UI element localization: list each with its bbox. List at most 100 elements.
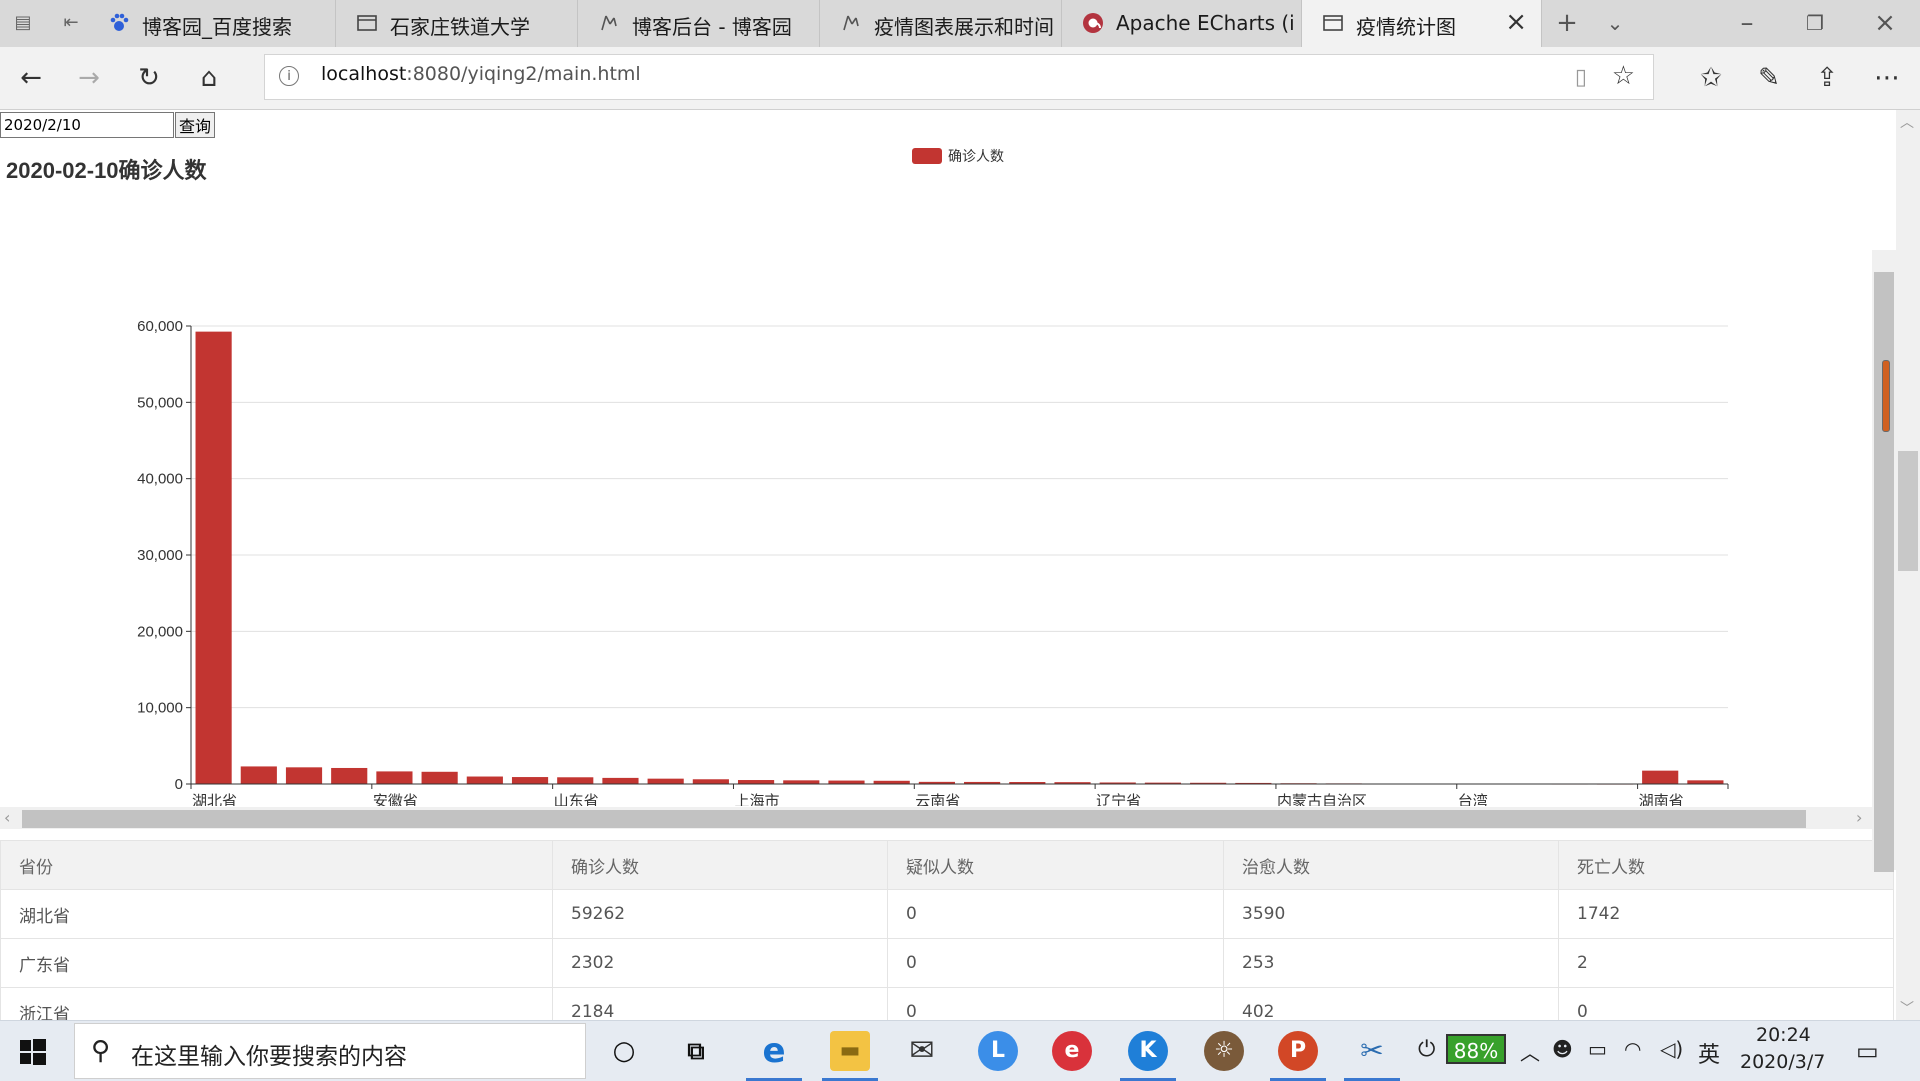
cortana-icon[interactable]: ○ bbox=[604, 1031, 644, 1071]
navigation-bar: ← → ↻ ⌂ i localhost:8080/yiqing2/main.ht… bbox=[0, 47, 1920, 110]
share-icon[interactable]: ⇪ bbox=[1810, 61, 1844, 95]
bar[interactable] bbox=[647, 778, 684, 784]
scroll-right-icon[interactable]: › bbox=[1856, 807, 1862, 829]
home-icon[interactable]: ⌂ bbox=[192, 61, 226, 95]
volume-icon[interactable]: ◁) bbox=[1660, 1037, 1683, 1061]
windows-start-icon[interactable] bbox=[20, 1039, 46, 1065]
date-input[interactable] bbox=[0, 112, 174, 138]
taskbar-search-box[interactable]: ⚲ 在这里输入你要搜索的内容 bbox=[74, 1023, 586, 1079]
new-tab-icon[interactable]: + bbox=[1552, 8, 1582, 38]
table-cell: 2302 bbox=[552, 938, 888, 988]
favorites-icon[interactable]: ✩ bbox=[1694, 61, 1728, 95]
y-tick-label: 10,000 bbox=[137, 700, 183, 717]
file-explorer-icon[interactable]: ▬ bbox=[822, 1031, 878, 1081]
edge-app-icon[interactable]: e bbox=[746, 1031, 802, 1081]
scroll-left-icon[interactable]: ‹ bbox=[4, 807, 10, 829]
paw-icon bbox=[110, 13, 129, 31]
address-bar[interactable]: i localhost:8080/yiqing2/main.html ▯ ☆ bbox=[264, 54, 1654, 100]
bar[interactable] bbox=[466, 776, 503, 784]
tab-preview-chevron-icon[interactable]: ⌄ bbox=[1600, 8, 1630, 38]
battery-tray-icon[interactable]: ▭ bbox=[1588, 1037, 1607, 1061]
tab-label: 石家庄铁道大学 bbox=[390, 15, 530, 39]
info-icon[interactable]: i bbox=[279, 66, 299, 86]
wifi-icon[interactable]: ◠ bbox=[1624, 1037, 1641, 1061]
x-tick-label: 上海市 bbox=[734, 793, 779, 806]
tab-label: 博客后台 - 博客园 bbox=[632, 15, 792, 39]
close-window-icon[interactable]: × bbox=[1870, 8, 1900, 38]
snipping-tool-icon[interactable]: ✂ bbox=[1344, 1031, 1400, 1081]
bar[interactable] bbox=[602, 777, 639, 784]
legend-swatch[interactable] bbox=[912, 148, 942, 164]
bar[interactable] bbox=[421, 771, 458, 784]
legend-label[interactable]: 确诊人数 bbox=[948, 148, 1004, 164]
close-tab-icon[interactable]: × bbox=[1505, 9, 1527, 35]
url-text[interactable]: localhost:8080/yiqing2/main.html bbox=[321, 63, 641, 85]
scroll-down-icon[interactable]: ﹀ bbox=[1900, 998, 1914, 1018]
tab-blog-admin[interactable]: 博客后台 - 博客园 bbox=[578, 0, 820, 47]
bar[interactable] bbox=[557, 777, 594, 784]
clock-time[interactable]: 20:24 bbox=[1756, 1024, 1811, 1046]
mail-icon[interactable]: ✉ bbox=[902, 1031, 942, 1071]
bar[interactable] bbox=[331, 767, 368, 784]
scrollbar-thumb[interactable] bbox=[1898, 451, 1918, 571]
notifications-icon[interactable]: ▭ bbox=[1856, 1037, 1879, 1065]
task-view-icon[interactable]: ⧉ bbox=[676, 1031, 716, 1071]
bar[interactable] bbox=[737, 780, 775, 784]
e-app-icon[interactable]: e bbox=[1052, 1031, 1092, 1071]
table-cell: 0 bbox=[887, 987, 1224, 1020]
x-tick-label: 安徽省 bbox=[373, 793, 418, 806]
column-header: 死亡人数 bbox=[1558, 840, 1894, 890]
tab-epidemic-chart[interactable]: 疫情图表展示和时间 bbox=[820, 0, 1062, 47]
powerpoint-icon[interactable]: P bbox=[1270, 1031, 1326, 1081]
url-path: :8080/yiqing2/main.html bbox=[406, 63, 641, 85]
power-plug-icon[interactable]: ⏻ bbox=[1418, 1037, 1435, 1062]
qq-icon[interactable]: ☻ bbox=[1552, 1037, 1573, 1061]
y-tick-label: 30,000 bbox=[137, 547, 183, 564]
tab-stdu[interactable]: 石家庄铁道大学 bbox=[336, 0, 578, 47]
reading-view-icon[interactable]: ▯ bbox=[1575, 65, 1587, 90]
chart-horizontal-scrollbar[interactable]: ‹ › bbox=[0, 807, 1880, 829]
query-button[interactable]: 查询 bbox=[175, 112, 215, 138]
tab-baidu[interactable]: 博客园_百度搜索 bbox=[88, 0, 336, 47]
favorite-star-icon[interactable]: ☆ bbox=[1612, 61, 1635, 91]
x-tick-label: 湖南省 bbox=[1639, 793, 1684, 806]
set-aside-tabs-icon[interactable]: ⇤ bbox=[60, 12, 82, 34]
clock-date[interactable]: 2020/3/7 bbox=[1740, 1051, 1825, 1073]
scroll-up-icon[interactable]: ︿ bbox=[1900, 112, 1914, 132]
bar[interactable] bbox=[1687, 780, 1724, 784]
minimize-icon[interactable]: – bbox=[1732, 8, 1762, 38]
bar[interactable] bbox=[1642, 770, 1679, 784]
table-row: 湖北省 59262 0 3590 1742 bbox=[0, 889, 1894, 939]
bar[interactable] bbox=[240, 766, 277, 784]
refresh-icon[interactable]: ↻ bbox=[132, 61, 166, 95]
back-icon[interactable]: ← bbox=[14, 61, 48, 95]
table-cell: 1742 bbox=[1558, 889, 1894, 939]
bar[interactable] bbox=[195, 331, 232, 784]
restore-icon[interactable]: ❐ bbox=[1800, 8, 1830, 38]
scrollbar-thumb[interactable] bbox=[22, 810, 1806, 828]
bar[interactable] bbox=[828, 780, 865, 784]
show-hidden-icons-chevron[interactable]: ︿ bbox=[1520, 1037, 1540, 1066]
battery-indicator[interactable]: 88% bbox=[1446, 1034, 1506, 1064]
forward-icon[interactable]: → bbox=[72, 61, 106, 95]
l-app-icon[interactable]: L bbox=[978, 1031, 1018, 1071]
chart-vertical-scrollbar[interactable] bbox=[1872, 250, 1896, 872]
page-icon bbox=[357, 15, 377, 31]
more-icon[interactable]: ⋯ bbox=[1870, 61, 1904, 95]
game-app-icon[interactable]: ☼ bbox=[1204, 1031, 1244, 1071]
bar[interactable] bbox=[783, 780, 820, 784]
y-tick-label: 20,000 bbox=[137, 623, 183, 640]
ime-indicator[interactable]: 英 bbox=[1698, 1037, 1720, 1069]
tab-groups-icon[interactable]: ▤ bbox=[12, 12, 34, 34]
x-tick-label: 内蒙古自治区 bbox=[1277, 793, 1367, 806]
k-app-icon[interactable]: K bbox=[1120, 1031, 1176, 1081]
bar[interactable] bbox=[511, 777, 549, 784]
pen-icon[interactable]: ✎ bbox=[1752, 61, 1786, 95]
tab-echarts[interactable]: Apache ECharts (incu bbox=[1062, 0, 1302, 47]
bar[interactable] bbox=[285, 767, 323, 784]
bar[interactable] bbox=[376, 771, 413, 784]
bar[interactable] bbox=[692, 779, 729, 784]
tab-epidemic-stats-active[interactable]: 疫情统计图 × bbox=[1302, 0, 1542, 47]
table-cell: 0 bbox=[887, 889, 1224, 939]
page-vertical-scrollbar[interactable]: ︿ ﹀ bbox=[1896, 110, 1920, 1020]
